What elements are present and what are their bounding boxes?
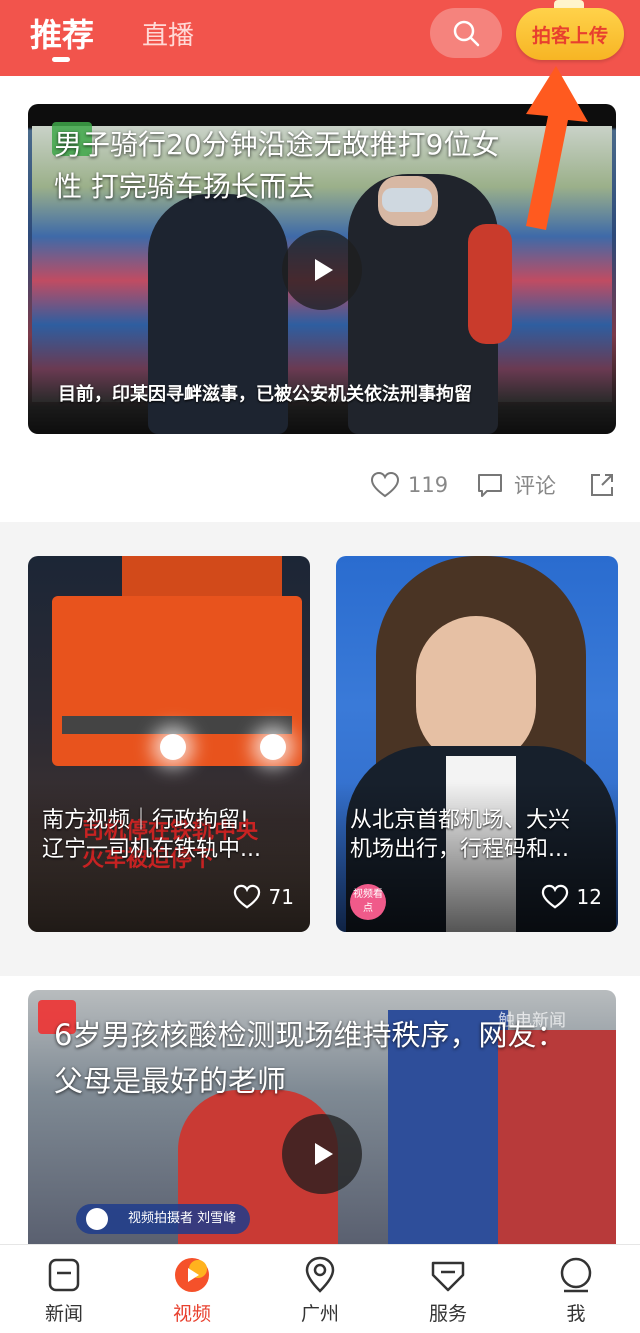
nav-service[interactable]: 服务	[384, 1245, 512, 1333]
headlight	[260, 734, 286, 760]
like-count: 12	[576, 885, 602, 909]
grid-video-card[interactable]: 司机停在铁轨中央火车被迫停下 南方视频｜行政拘留! 辽宁一司机在铁轨中... 7…	[28, 556, 310, 932]
train-rail	[62, 716, 292, 734]
annotation-arrow-icon	[526, 66, 588, 230]
nav-video[interactable]: 视频	[128, 1245, 256, 1333]
like-button[interactable]: 71	[233, 884, 294, 910]
comment-button[interactable]: 评论	[476, 470, 556, 500]
comment-label: 评论	[514, 474, 556, 498]
video-icon	[175, 1258, 209, 1292]
grid-video-title[interactable]: 南方视频｜行政拘留! 辽宁一司机在铁轨中...	[42, 806, 296, 864]
search-button[interactable]	[430, 8, 502, 58]
nav-label: 广州	[300, 1303, 339, 1325]
share-button[interactable]	[588, 470, 616, 500]
like-button[interactable]: 119	[370, 470, 448, 500]
service-icon	[431, 1261, 465, 1292]
nav-label: 服务	[428, 1303, 467, 1325]
share-icon	[591, 474, 613, 496]
active-tab-indicator	[52, 57, 70, 62]
grid-video-title[interactable]: 从北京首都机场、大兴 机场出行，行程码和...	[350, 806, 604, 864]
nav-label: 视频	[172, 1303, 211, 1325]
feed-card-video: 触电新闻 6岁男孩核酸检测现场维持秩序，网友：父母是最好的老师 视频拍摄者 刘雪…	[0, 976, 640, 1244]
top-header: 推荐 直播 拍客上传	[0, 0, 640, 76]
grid-video-card[interactable]: 从北京首都机场、大兴 机场出行，行程码和... 视频看点 12	[336, 556, 618, 932]
video-grid: 司机停在铁轨中央火车被迫停下 南方视频｜行政拘留! 辽宁一司机在铁轨中... 7…	[0, 536, 640, 962]
news-icon	[48, 1258, 80, 1292]
nav-label: 新闻	[44, 1303, 83, 1325]
video-figure	[468, 224, 512, 344]
location-pin-icon	[305, 1256, 335, 1293]
bottom-nav: 新闻 视频 广州 服务 我	[0, 1244, 640, 1333]
comment-icon	[478, 474, 502, 497]
video-thumbnail[interactable]: 触电新闻 6岁男孩核酸检测现场维持秩序，网友：父母是最好的老师 视频拍摄者 刘雪…	[28, 990, 616, 1244]
microphone-icon	[86, 1208, 108, 1230]
train-thumbnail	[42, 556, 302, 816]
like-button[interactable]: 12	[541, 884, 602, 910]
play-button[interactable]	[282, 230, 362, 310]
upload-button[interactable]: 拍客上传	[516, 8, 624, 60]
channel-badge: 视频看点	[350, 884, 386, 920]
credit-text: 视频拍摄者 刘雪峰	[128, 1211, 237, 1226]
title-line: 南方视频｜行政拘留!	[42, 808, 249, 833]
heart-icon	[370, 471, 400, 498]
like-count: 71	[268, 885, 294, 909]
nav-label: 我	[566, 1303, 586, 1325]
like-count: 119	[408, 473, 449, 497]
nav-news[interactable]: 新闻	[0, 1245, 128, 1333]
heart-icon	[233, 884, 260, 909]
video-title[interactable]: 男子骑行20分钟沿途无故推打9位女性 打完骑车扬长而去	[54, 124, 524, 208]
title-line: 从北京首都机场、大兴	[350, 808, 571, 833]
video-credit: 视频拍摄者 刘雪峰	[76, 1204, 251, 1234]
title-line: 辽宁一司机在铁轨中...	[42, 837, 261, 862]
video-subtitle: 目前，印某因寻衅滋事，已被公安机关依法刑事拘留	[58, 384, 472, 405]
play-icon	[315, 259, 333, 281]
person-thumbnail	[416, 616, 536, 766]
nav-me[interactable]: 我	[512, 1245, 640, 1333]
play-button[interactable]	[282, 1114, 362, 1194]
video-title[interactable]: 6岁男孩核酸检测现场维持秩序，网友：父母是最好的老师	[54, 1012, 594, 1104]
heart-icon	[541, 884, 568, 909]
nav-guangzhou[interactable]: 广州	[256, 1245, 384, 1333]
tab-live[interactable]: 直播	[142, 15, 194, 52]
headlight	[160, 734, 186, 760]
title-line: 机场出行，行程码和...	[350, 837, 569, 862]
tab-recommend[interactable]: 推荐	[30, 10, 94, 56]
profile-icon	[560, 1257, 592, 1293]
play-icon	[315, 1143, 333, 1165]
search-icon	[453, 20, 480, 47]
